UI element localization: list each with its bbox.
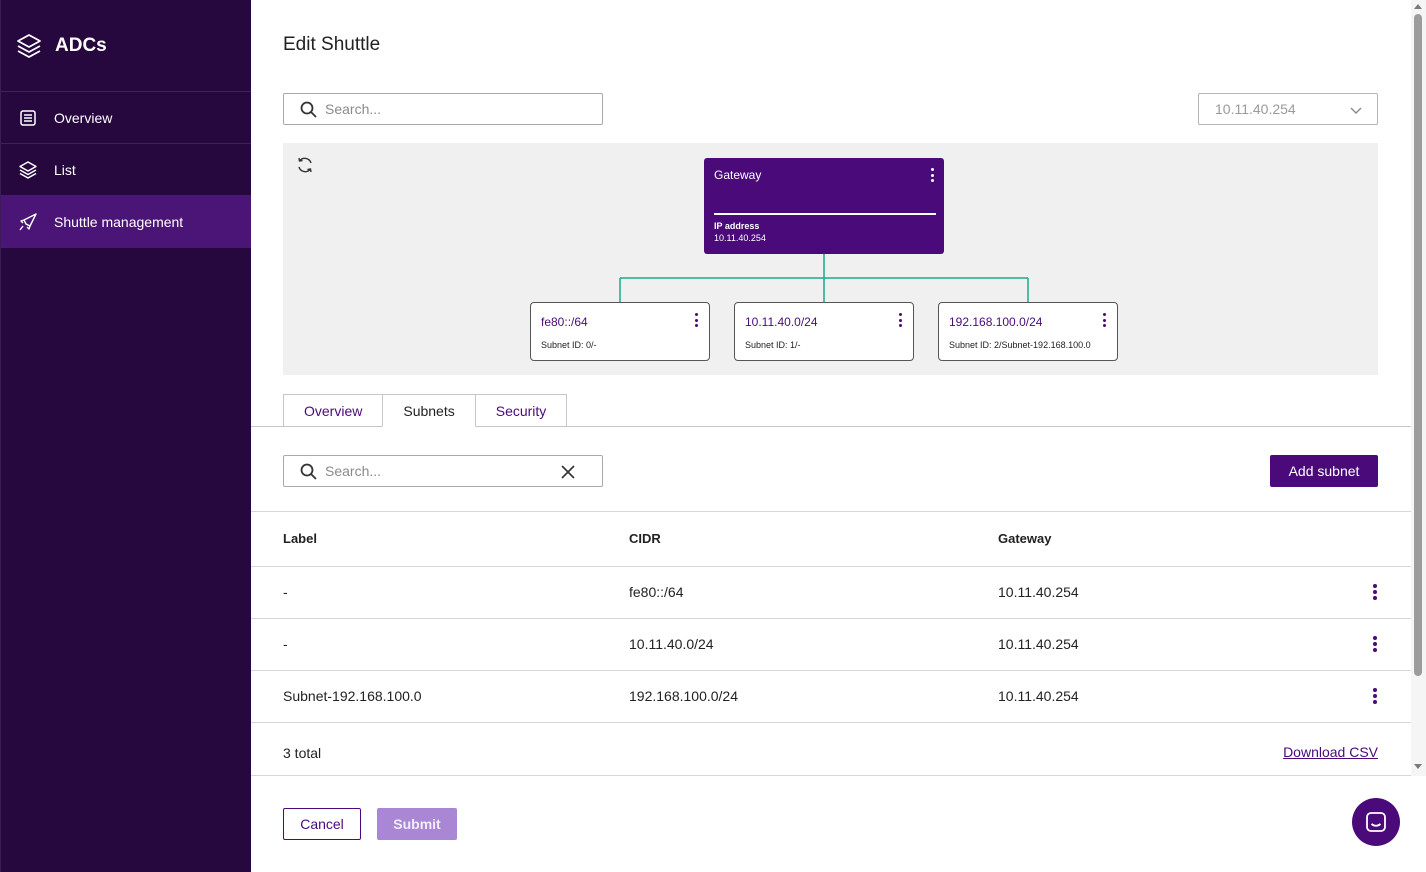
table-row-divider [251,722,1411,723]
cell-label: Subnet-192.168.100.0 [283,688,422,704]
subnet-search-input[interactable] [325,463,545,479]
search-icon [300,463,317,480]
rocket-icon [17,211,39,233]
row-more-options-icon[interactable] [1373,584,1377,600]
sidebar-item-list[interactable]: List [1,144,251,196]
chat-icon [1366,812,1386,832]
top-search-box[interactable] [283,93,603,125]
gateway-node[interactable]: Gateway IP address 10.11.40.254 [704,158,944,254]
gateway-node-title: Gateway [714,168,762,182]
row-more-options-icon[interactable] [1373,688,1377,704]
sidebar-item-overview[interactable]: Overview [1,92,251,144]
more-options-icon[interactable] [1103,313,1107,327]
footer-divider [251,775,1411,776]
layers-icon [17,159,39,181]
divider [714,213,936,215]
subnet-search-box[interactable] [283,455,603,487]
overview-icon [17,107,39,129]
page-scrollbar[interactable] [1411,0,1426,872]
sidebar-item-shuttle-management[interactable]: Shuttle management [1,196,251,248]
subnet-node[interactable]: 192.168.100.0/24 Subnet ID: 2/Subnet-192… [938,302,1118,361]
scroll-up-arrow-icon[interactable] [1414,4,1422,9]
subnet-node-cidr: 10.11.40.0/24 [745,315,818,329]
chevron-down-icon [1350,107,1362,114]
more-options-icon[interactable] [931,168,935,182]
gateway-ip-value: 10.11.40.254 [714,233,766,243]
tab-bar: Overview Subnets Security [283,394,568,427]
more-options-icon[interactable] [695,313,699,327]
cell-gateway: 10.11.40.254 [998,584,1079,600]
add-subnet-button[interactable]: Add subnet [1270,455,1378,487]
more-options-icon[interactable] [899,313,903,327]
subnet-node-id: Subnet ID: 0/- [541,340,597,350]
gateway-select-value: 10.11.40.254 [1215,101,1296,117]
cancel-button[interactable]: Cancel [283,808,361,840]
close-icon[interactable] [560,464,576,480]
scrollbar-gap [1411,776,1426,872]
sidebar-item-label: List [54,161,76,178]
column-header-gateway: Gateway [998,531,1052,546]
gateway-select[interactable]: 10.11.40.254 [1198,93,1378,125]
cell-gateway: 10.11.40.254 [998,688,1079,704]
chat-launcher-button[interactable] [1352,798,1400,846]
submit-button[interactable]: Submit [377,808,457,840]
cell-cidr: 10.11.40.0/24 [629,636,714,652]
brand: ADCs [1,0,251,92]
cell-gateway: 10.11.40.254 [998,636,1079,652]
subnet-node-cidr: fe80::/64 [541,315,588,329]
cell-cidr: 192.168.100.0/24 [629,688,738,704]
subnet-node-cidr: 192.168.100.0/24 [949,315,1043,329]
page-title: Edit Shuttle [283,34,381,55]
refresh-icon[interactable] [295,155,315,175]
table-row-divider [251,618,1411,619]
download-csv-link[interactable]: Download CSV [1283,744,1378,760]
table-top-divider [251,511,1411,512]
subnet-node-id: Subnet ID: 1/- [745,340,801,350]
tab-subnets[interactable]: Subnets [382,394,476,427]
row-more-options-icon[interactable] [1373,636,1377,652]
table-total-count: 3 total [283,745,322,761]
subnet-node[interactable]: fe80::/64 Subnet ID: 0/- [530,302,710,361]
layers-logo-icon [17,33,41,58]
subnet-node[interactable]: 10.11.40.0/24 Subnet ID: 1/- [734,302,914,361]
subnet-node-id: Subnet ID: 2/Subnet-192.168.100.0 [949,340,1091,350]
scroll-down-arrow-icon[interactable] [1414,764,1422,769]
main-content: Edit Shuttle 10.11.40.254 Gateway IP add… [251,0,1411,872]
tab-overview[interactable]: Overview [283,394,384,427]
gateway-ip-label: IP address [714,221,760,231]
column-header-label: Label [283,531,317,546]
sidebar-item-label: Shuttle management [54,213,184,230]
topology-diagram: Gateway IP address 10.11.40.254 fe80::/6… [283,143,1378,375]
tab-security[interactable]: Security [474,394,568,427]
scrollbar-thumb[interactable] [1414,14,1422,676]
cell-cidr: fe80::/64 [629,584,684,600]
cell-label: - [283,584,288,600]
search-icon [300,101,317,118]
search-input[interactable] [325,101,545,117]
cell-label: - [283,636,288,652]
table-row-divider [251,566,1411,567]
table-row-divider [251,670,1411,671]
sidebar: ADCs Overview List Shuttle management [0,0,251,872]
column-header-cidr: CIDR [629,531,661,546]
sidebar-item-label: Overview [54,109,113,126]
app-title: ADCs [55,34,107,56]
